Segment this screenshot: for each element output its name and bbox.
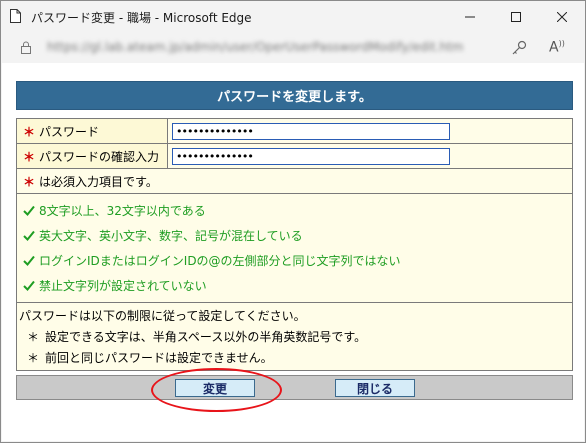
password-rules: 8文字以上、32文字以内である 英大文字、英小文字、数字、記号が混在している ロ… — [16, 193, 573, 303]
required-mark: ＊ — [23, 124, 36, 139]
limit-text: 前回と同じパスワードは設定できません。 — [45, 351, 273, 365]
limit-item: ＊ 設定できる文字は、半角スペース以外の半角英数記号です。 — [19, 326, 570, 347]
lock-icon — [21, 41, 31, 54]
password-label: パスワード — [39, 124, 100, 139]
required-mark: ＊ — [23, 149, 36, 164]
url-field[interactable]: https://gl.lab.ateam.jp/admin/user/OperU… — [47, 40, 487, 56]
browser-window: パスワード変更 - 職場 - Microsoft Edge https://gl… — [0, 0, 586, 443]
read-aloud-icon[interactable]: A)) — [549, 39, 565, 56]
password-input[interactable] — [172, 122, 450, 140]
required-note-row: ＊は必須入力項目です。 — [16, 168, 573, 194]
password-confirm-row: ＊パスワードの確認入力 — [16, 143, 573, 169]
page-icon — [10, 9, 21, 23]
rule-text: 英大文字、英小文字、数字、記号が混在している — [39, 229, 303, 243]
required-note: は必須入力項目です。 — [39, 174, 158, 189]
password-form-table: ＊パスワード ＊パスワードの確認入力 ＊は必須入力項目です。 — [16, 118, 573, 371]
required-note-cell: ＊は必須入力項目です。 — [16, 168, 573, 194]
rule-item: 禁止文字列が設定されていない — [23, 273, 566, 298]
password-confirm-label-cell: ＊パスワードの確認入力 — [16, 143, 168, 169]
close-window-button[interactable] — [539, 1, 585, 33]
check-icon — [23, 255, 35, 266]
address-bar: https://gl.lab.ateam.jp/admin/user/OperU… — [1, 33, 585, 63]
password-confirm-value-cell — [167, 143, 573, 169]
minimize-icon — [465, 16, 475, 18]
close-icon — [557, 12, 567, 22]
check-icon — [23, 280, 35, 291]
maximize-button[interactable] — [493, 1, 539, 33]
title-bar: パスワード変更 - 職場 - Microsoft Edge — [1, 1, 585, 33]
limit-mark: ＊ — [27, 330, 40, 344]
rule-text: ログインIDまたはログインIDの@の左側部分と同じ文字列ではない — [39, 254, 401, 268]
maximize-icon — [511, 12, 521, 22]
check-icon — [23, 230, 35, 241]
limits-row: パスワードは以下の制限に従って設定してください。 ＊ 設定できる文字は、半角スペー… — [16, 302, 573, 371]
change-button[interactable]: 変更 — [175, 379, 255, 397]
check-icon — [23, 205, 35, 216]
password-value-cell — [167, 118, 573, 144]
rule-text: 禁止文字列が設定されていない — [39, 279, 207, 293]
rule-item: 英大文字、英小文字、数字、記号が混在している — [23, 223, 566, 248]
password-row: ＊パスワード — [16, 118, 573, 144]
button-bar: 変更 閉じる — [16, 375, 573, 400]
window-title: パスワード変更 - 職場 - Microsoft Edge — [31, 11, 252, 25]
password-confirm-input[interactable] — [172, 147, 450, 165]
required-mark: ＊ — [23, 174, 36, 189]
key-icon[interactable] — [511, 40, 527, 56]
close-button[interactable]: 閉じる — [335, 379, 415, 397]
rule-item: 8文字以上、32文字以内である — [23, 198, 566, 223]
minimize-button[interactable] — [447, 1, 493, 33]
rule-text: 8文字以上、32文字以内である — [39, 204, 206, 218]
password-label-cell: ＊パスワード — [16, 118, 168, 144]
limit-text: 設定できる文字は、半角スペース以外の半角英数記号です。 — [45, 330, 367, 344]
rule-item: ログインIDまたはログインIDの@の左側部分と同じ文字列ではない — [23, 248, 566, 273]
limit-item: ＊ 前回と同じパスワードは設定できません。 — [19, 347, 570, 368]
form-header: パスワードを変更します。 — [16, 81, 573, 110]
password-confirm-label: パスワードの確認入力 — [39, 149, 160, 164]
page-content: パスワードを変更します。 ＊パスワード ＊パスワードの確認入力 — [2, 63, 584, 441]
password-limits: パスワードは以下の制限に従って設定してください。 ＊ 設定できる文字は、半角スペー… — [16, 302, 573, 371]
limit-mark: ＊ — [27, 351, 40, 365]
rules-row: 8文字以上、32文字以内である 英大文字、英小文字、数字、記号が混在している ロ… — [16, 193, 573, 303]
limits-intro: パスワードは以下の制限に従って設定してください。 — [19, 309, 306, 323]
